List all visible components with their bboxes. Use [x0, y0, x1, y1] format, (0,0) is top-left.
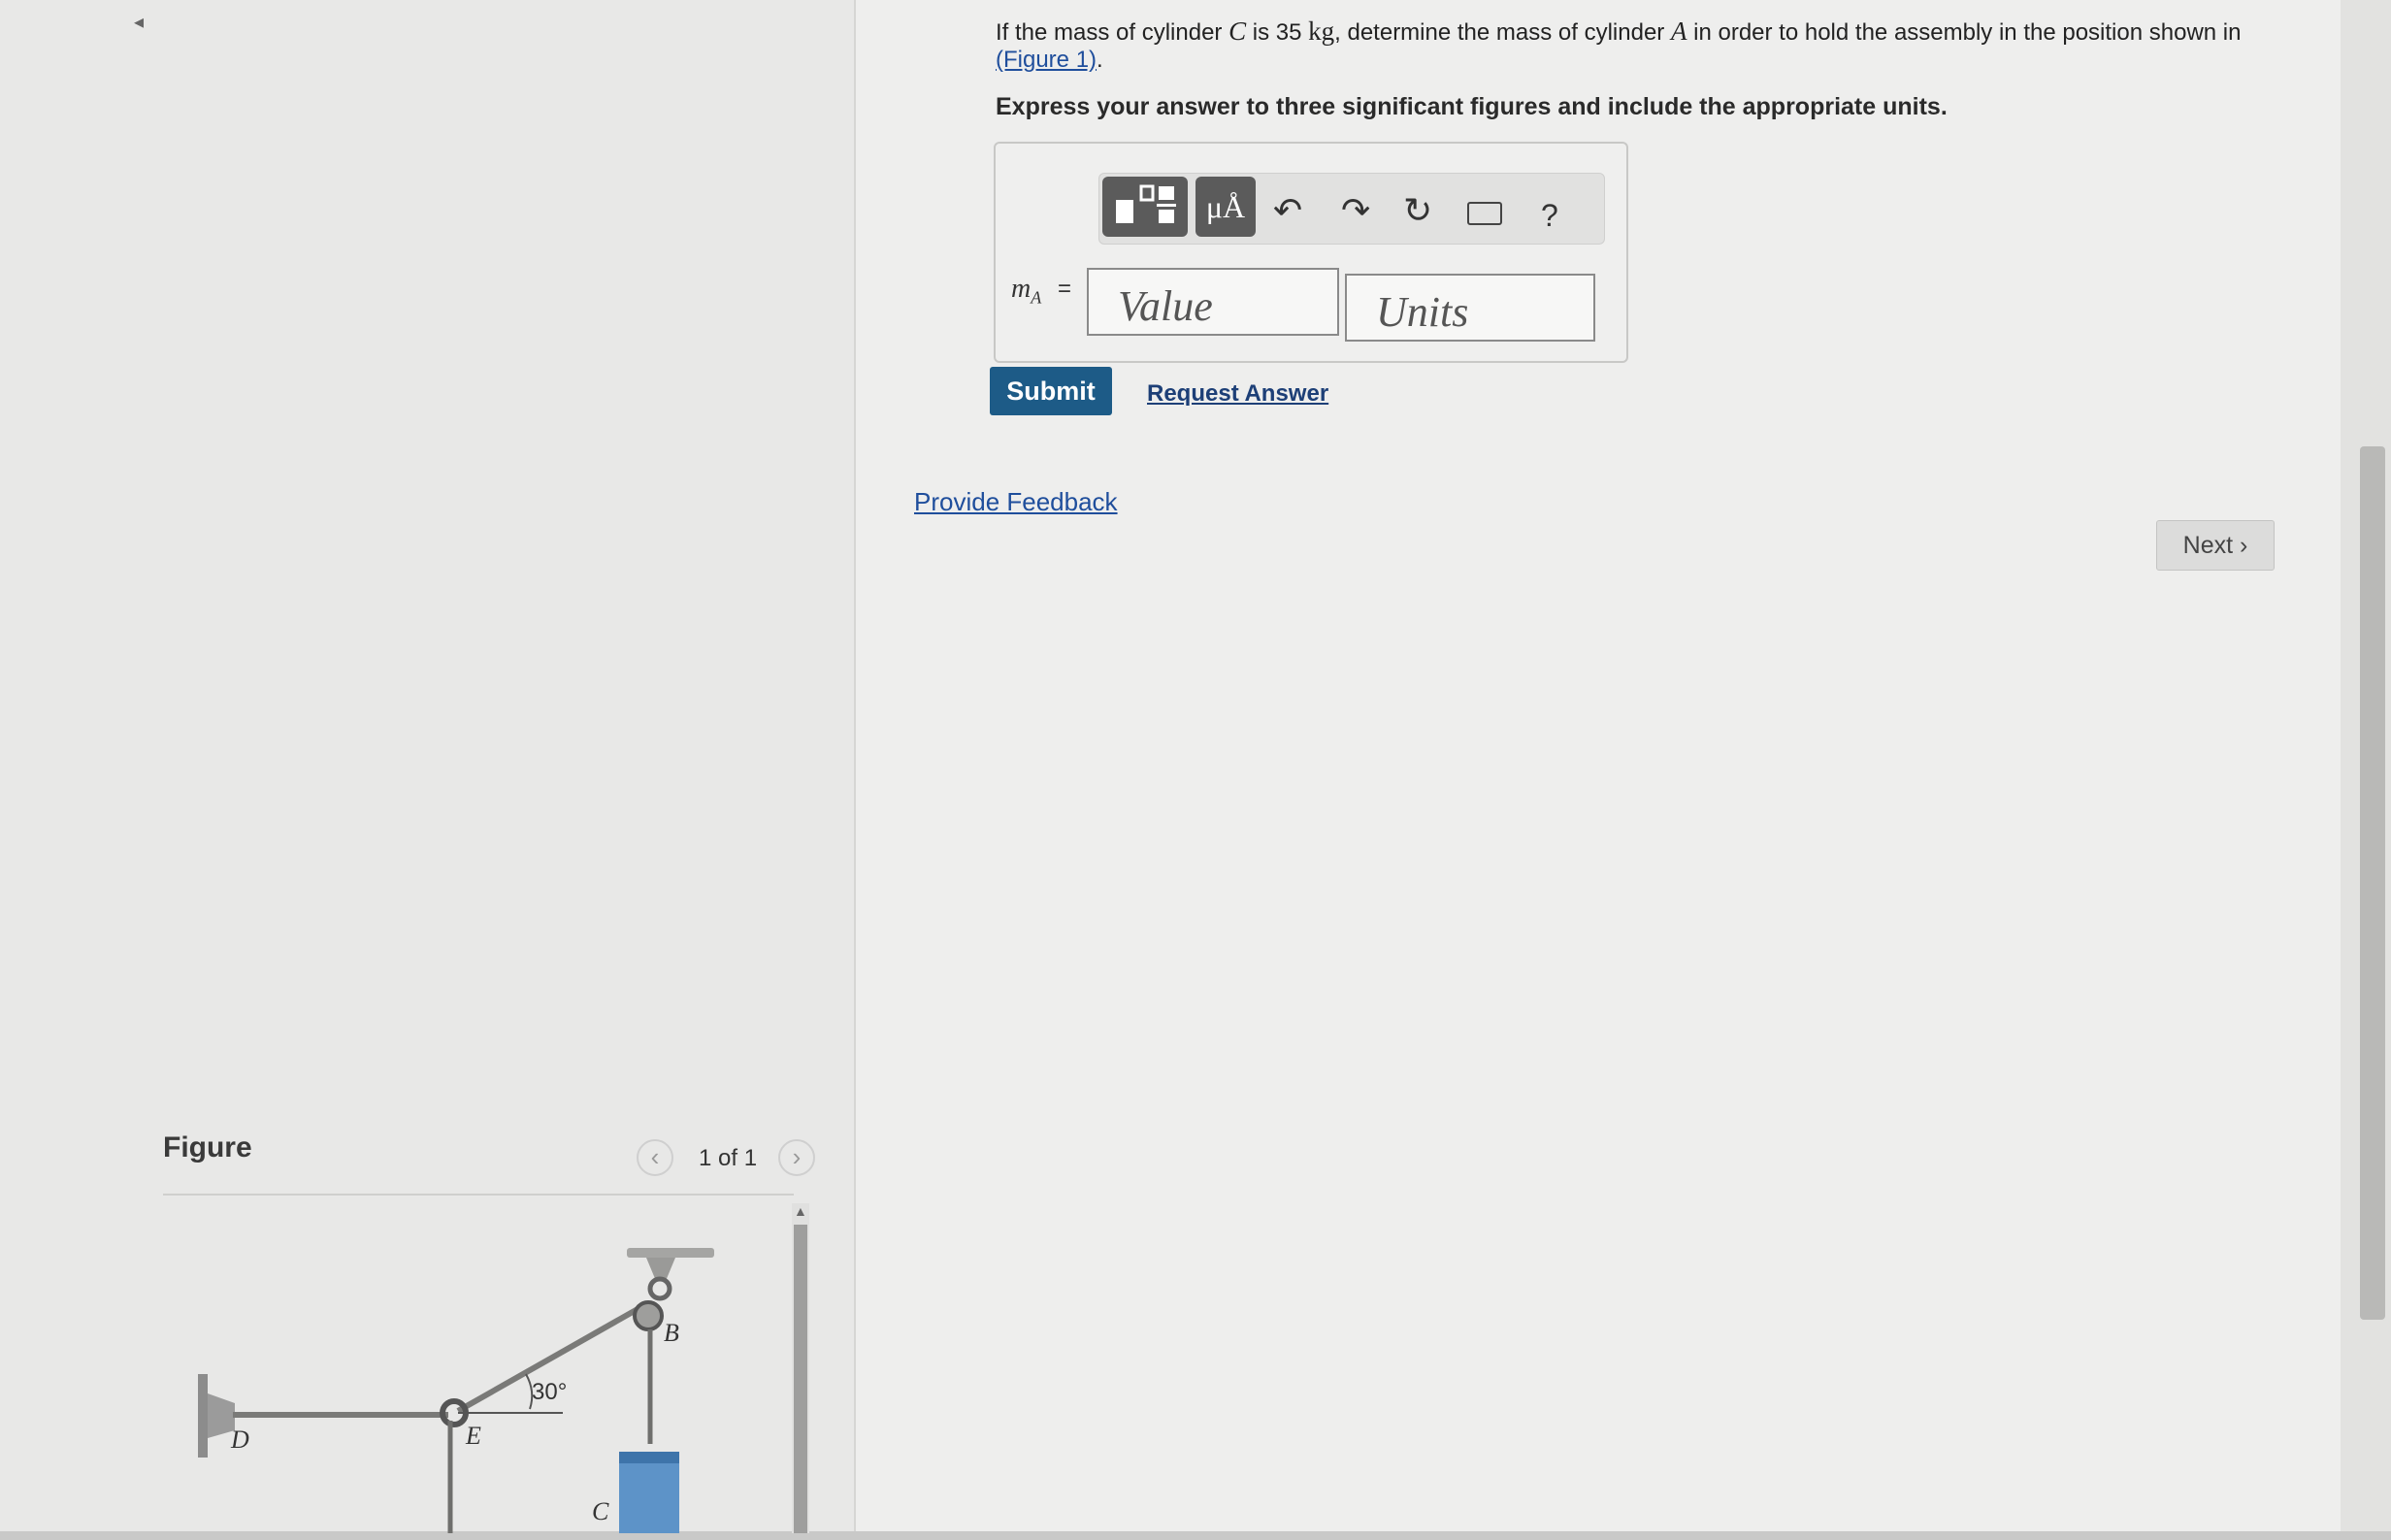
units-placeholder: Units — [1376, 288, 1469, 336]
help-button[interactable]: ? — [1541, 198, 1558, 234]
ceiling-support-b — [627, 1248, 714, 1301]
provide-feedback-link[interactable]: Provide Feedback — [914, 487, 1118, 517]
label-c: C — [592, 1497, 609, 1525]
page-scroll-thumb[interactable] — [2360, 446, 2385, 1320]
units-button[interactable]: μÅ — [1196, 177, 1256, 237]
question-text: If the mass of cylinder C is 35 kg, dete… — [996, 17, 2247, 74]
next-label: Next — [2182, 532, 2234, 559]
submit-button[interactable]: Submit — [990, 367, 1112, 415]
question-part-2: is 35 — [1246, 19, 1309, 46]
redo-icon[interactable]: ↷ — [1341, 190, 1370, 231]
units-input[interactable]: Units — [1345, 274, 1595, 342]
templates-button[interactable] — [1102, 177, 1188, 237]
keyboard-icon[interactable] — [1467, 202, 1502, 225]
next-button[interactable]: Next › — [2156, 520, 2275, 571]
answer-variable: mA — [1011, 274, 1041, 309]
figure-scroll-thumb[interactable] — [794, 1225, 807, 1533]
templates-icon — [1116, 184, 1176, 223]
scroll-up-icon[interactable]: ▲ — [794, 1203, 807, 1219]
figure-next-button[interactable]: › — [778, 1139, 815, 1176]
pulley-b — [633, 1300, 664, 1331]
variable-subscript: A — [1031, 287, 1042, 308]
figure-divider — [163, 1194, 794, 1196]
chevron-right-icon: › — [2240, 532, 2248, 559]
request-answer-link[interactable]: Request Answer — [1147, 380, 1328, 408]
equals-sign: = — [1058, 276, 1072, 302]
figure-prev-button[interactable]: ‹ — [637, 1139, 673, 1176]
label-d: D — [230, 1425, 249, 1454]
question-end: . — [1097, 47, 1103, 73]
value-placeholder: Value — [1118, 282, 1213, 330]
mass-unit: kg — [1308, 16, 1335, 46]
reset-icon[interactable]: ↻ — [1403, 190, 1432, 231]
label-e: E — [465, 1422, 481, 1450]
collapse-arrow-icon[interactable]: ◂ — [134, 10, 144, 34]
question-part-4: in order to hold the assembly in the pos… — [1687, 19, 2242, 46]
figure-link[interactable]: (Figure 1) — [996, 47, 1097, 73]
label-angle: 30° — [532, 1379, 567, 1405]
undo-icon[interactable]: ↶ — [1273, 190, 1302, 231]
question-part-1: If the mass of cylinder — [996, 19, 1229, 46]
cylinder-c-symbol: C — [1228, 16, 1247, 46]
cylinder-a — [619, 1452, 679, 1533]
cylinder-a-symbol: A — [1670, 16, 1687, 46]
instructions: Express your answer to three significant… — [996, 93, 1948, 120]
figure-title: Figure — [163, 1131, 252, 1163]
figure-count: 1 of 1 — [699, 1145, 758, 1171]
wall-support-d — [198, 1374, 235, 1458]
figure-diagram: 30° D E B C — [198, 1248, 714, 1533]
value-input[interactable]: Value — [1087, 268, 1339, 336]
question-part-3: , determine the mass of cylinder — [1334, 19, 1671, 46]
label-b: B — [664, 1319, 679, 1347]
variable-symbol: m — [1011, 274, 1032, 304]
